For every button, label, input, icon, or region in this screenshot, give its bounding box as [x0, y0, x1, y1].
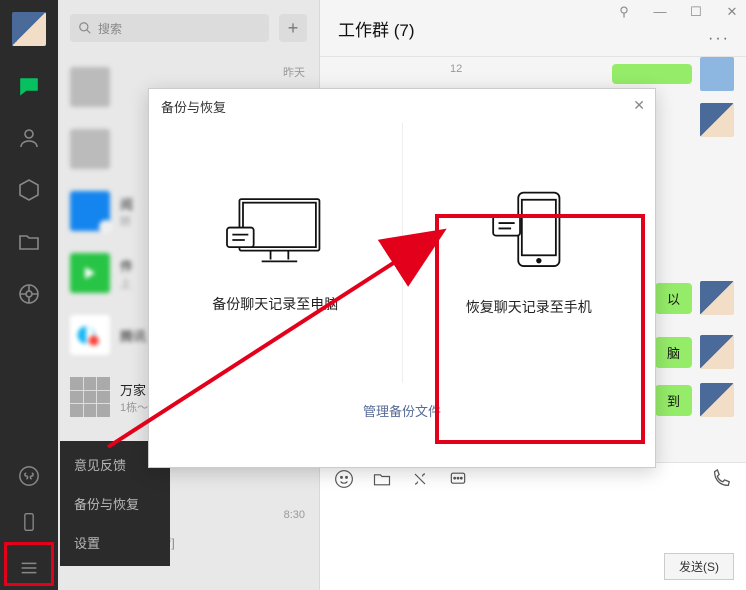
window-controls: ⚲ — ☐ ✕	[616, 4, 740, 20]
dialog-close-icon[interactable]: ✕	[633, 97, 645, 114]
screenshot-icon[interactable]	[410, 469, 430, 494]
backup-to-pc-label: 备份聊天记录至电脑	[212, 294, 338, 314]
backup-to-pc-option[interactable]: 备份聊天记录至电脑	[149, 123, 402, 383]
maximize-icon[interactable]: ☐	[688, 4, 704, 20]
backup-restore-dialog: 备份与恢复 ✕ 备份聊天记录至电脑 恢复聊天记录至手机 管理备份文件	[148, 88, 656, 468]
close-icon[interactable]: ✕	[724, 4, 740, 20]
nav-sidebar	[0, 0, 58, 590]
history-icon[interactable]	[448, 469, 468, 494]
composer: 发送(S)	[320, 462, 746, 590]
favorites-icon[interactable]	[17, 178, 41, 202]
search-input[interactable]: 搜索	[70, 14, 269, 42]
unread-badge: 12	[450, 63, 462, 75]
pin-icon[interactable]: ⚲	[616, 4, 632, 20]
contacts-icon[interactable]	[17, 126, 41, 150]
menu-backup-restore[interactable]: 备份与恢复	[60, 484, 170, 523]
avatar[interactable]	[700, 281, 734, 315]
menu-settings[interactable]: 设置	[60, 523, 170, 562]
emoji-icon[interactable]	[334, 469, 354, 494]
chats-icon[interactable]	[17, 74, 41, 98]
chat-menu-icon[interactable]: ···	[708, 30, 730, 48]
highlight-box	[4, 542, 54, 586]
call-icon[interactable]	[710, 468, 732, 495]
miniprogram-icon[interactable]	[17, 464, 41, 488]
files-icon[interactable]	[17, 230, 41, 254]
user-avatar[interactable]	[12, 12, 46, 46]
avatar[interactable]	[700, 57, 734, 91]
highlight-box	[435, 214, 645, 444]
attach-icon[interactable]	[372, 469, 392, 494]
avatar[interactable]	[700, 103, 734, 137]
dialog-title: 备份与恢复	[161, 100, 226, 115]
moments-icon[interactable]	[17, 282, 41, 306]
avatar[interactable]	[700, 383, 734, 417]
minimize-icon[interactable]: —	[652, 4, 668, 20]
send-button[interactable]: 发送(S)	[664, 553, 734, 580]
avatar[interactable]	[700, 335, 734, 369]
phone-icon[interactable]	[17, 510, 41, 534]
new-chat-button[interactable]: +	[279, 14, 307, 42]
search-placeholder: 搜索	[98, 20, 122, 37]
